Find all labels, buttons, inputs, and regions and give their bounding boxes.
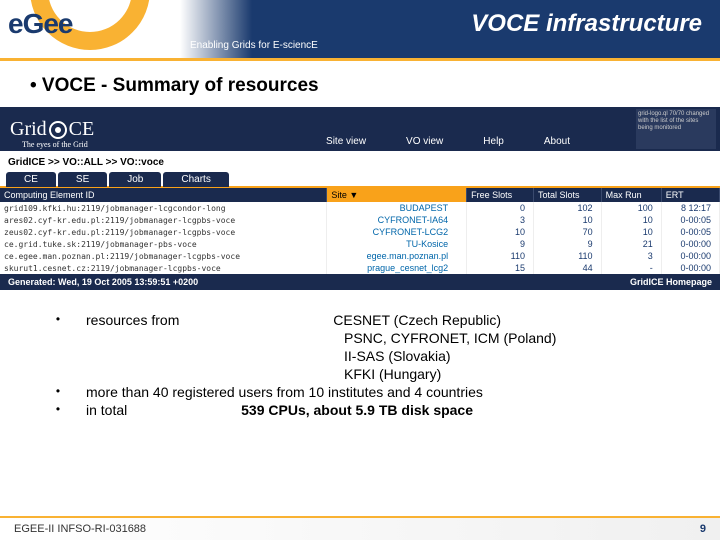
section-heading: • VOCE - Summary of resources: [30, 75, 720, 97]
bullet-list: • resources from CESNET (Czech Republic)…: [30, 312, 720, 418]
gridice-homepage-link[interactable]: GridICE Homepage: [630, 277, 712, 287]
page-number: 9: [700, 523, 706, 535]
list-item: • more than 40 registered users from 10 …: [30, 384, 720, 400]
bullet-icon: •: [30, 384, 86, 400]
gridice-menu: Site view VO view Help About: [326, 136, 570, 147]
tab-charts[interactable]: Charts: [163, 172, 228, 187]
egee-logo: eGee: [0, 0, 180, 58]
table-row: skurut1.cesnet.cz:2119/jobmanager-lcgpbs…: [0, 262, 720, 274]
eye-icon: [49, 121, 67, 139]
footer-id: EGEE-II INFSO-RI-031688: [14, 523, 146, 535]
tagline: Enabling Grids for E-sciencE: [190, 40, 318, 51]
gridice-logo-sub: The eyes of the Grid: [22, 140, 88, 149]
table-row: ares02.cyf-kr.edu.pl:2119/jobmanager-lcg…: [0, 214, 720, 226]
resource-table: Computing Element ID Site ▼ Free Slots T…: [0, 188, 720, 274]
list-item: • resources from CESNET (Czech Republic): [30, 312, 720, 328]
content-area: • VOCE - Summary of resources GridCE The…: [0, 61, 720, 418]
col-site[interactable]: Site ▼: [327, 188, 467, 202]
bullet-icon: •: [30, 312, 86, 328]
list-item: KFKI (Hungary): [30, 366, 720, 382]
col-ert[interactable]: ERT: [661, 188, 719, 202]
gridice-logo: GridCE The eyes of the Grid: [10, 118, 94, 141]
col-free-slots[interactable]: Free Slots: [467, 188, 534, 202]
table-header-row: Computing Element ID Site ▼ Free Slots T…: [0, 188, 720, 202]
menu-about[interactable]: About: [544, 136, 570, 147]
list-item: • in total 539 CPUs, about 5.9 TB disk s…: [30, 402, 720, 418]
table-row: ce.grid.tuke.sk:2119/jobmanager-pbs-voce…: [0, 238, 720, 250]
bullet-icon: •: [30, 402, 86, 418]
col-max-run[interactable]: Max Run: [601, 188, 661, 202]
table-row: zeus02.cyf-kr.edu.pl:2119/jobmanager-lcg…: [0, 226, 720, 238]
bullet-text: resources from CESNET (Czech Republic): [86, 312, 720, 328]
list-item: II-SAS (Slovakia): [30, 348, 720, 364]
menu-vo-view[interactable]: VO view: [406, 136, 443, 147]
tab-job[interactable]: Job: [109, 172, 161, 187]
table-body: grid109.kfki.hu:2119/jobmanager-lcgcondo…: [0, 202, 720, 274]
list-item: PSNC, CYFRONET, ICM (Poland): [30, 330, 720, 346]
bullet-text: more than 40 registered users from 10 in…: [86, 384, 720, 400]
col-total-slots[interactable]: Total Slots: [534, 188, 602, 202]
slide-footer: EGEE-II INFSO-RI-031688 9: [0, 516, 720, 540]
gridice-footer: Generated: Wed, 19 Oct 2005 13:59:51 +02…: [0, 274, 720, 290]
slide-header: eGee VOCE infrastructure Enabling Grids …: [0, 0, 720, 58]
tab-se[interactable]: SE: [58, 172, 107, 187]
logo-text: eGee: [8, 8, 73, 40]
page-title: VOCE infrastructure: [471, 10, 702, 38]
table-row: ce.egee.man.poznan.pl:2119/jobmanager-lc…: [0, 250, 720, 262]
col-ce-id[interactable]: Computing Element ID: [0, 188, 327, 202]
gridice-stats-box: grid-logo.ql 70/70 changed with the list…: [636, 109, 716, 149]
gridice-tabs: CE SE Job Charts: [0, 172, 720, 187]
gridice-header: GridCE The eyes of the Grid Site view VO…: [0, 107, 720, 151]
menu-help[interactable]: Help: [483, 136, 504, 147]
tab-ce[interactable]: CE: [6, 172, 56, 187]
bullet-text: in total 539 CPUs, about 5.9 TB disk spa…: [86, 402, 720, 418]
breadcrumb: GridICE >> VO::ALL >> VO::voce: [0, 153, 720, 172]
table-row: grid109.kfki.hu:2119/jobmanager-lcgcondo…: [0, 202, 720, 214]
generated-timestamp: Generated: Wed, 19 Oct 2005 13:59:51 +02…: [8, 277, 198, 287]
menu-site-view[interactable]: Site view: [326, 136, 366, 147]
gridice-screenshot: GridCE The eyes of the Grid Site view VO…: [0, 107, 720, 290]
